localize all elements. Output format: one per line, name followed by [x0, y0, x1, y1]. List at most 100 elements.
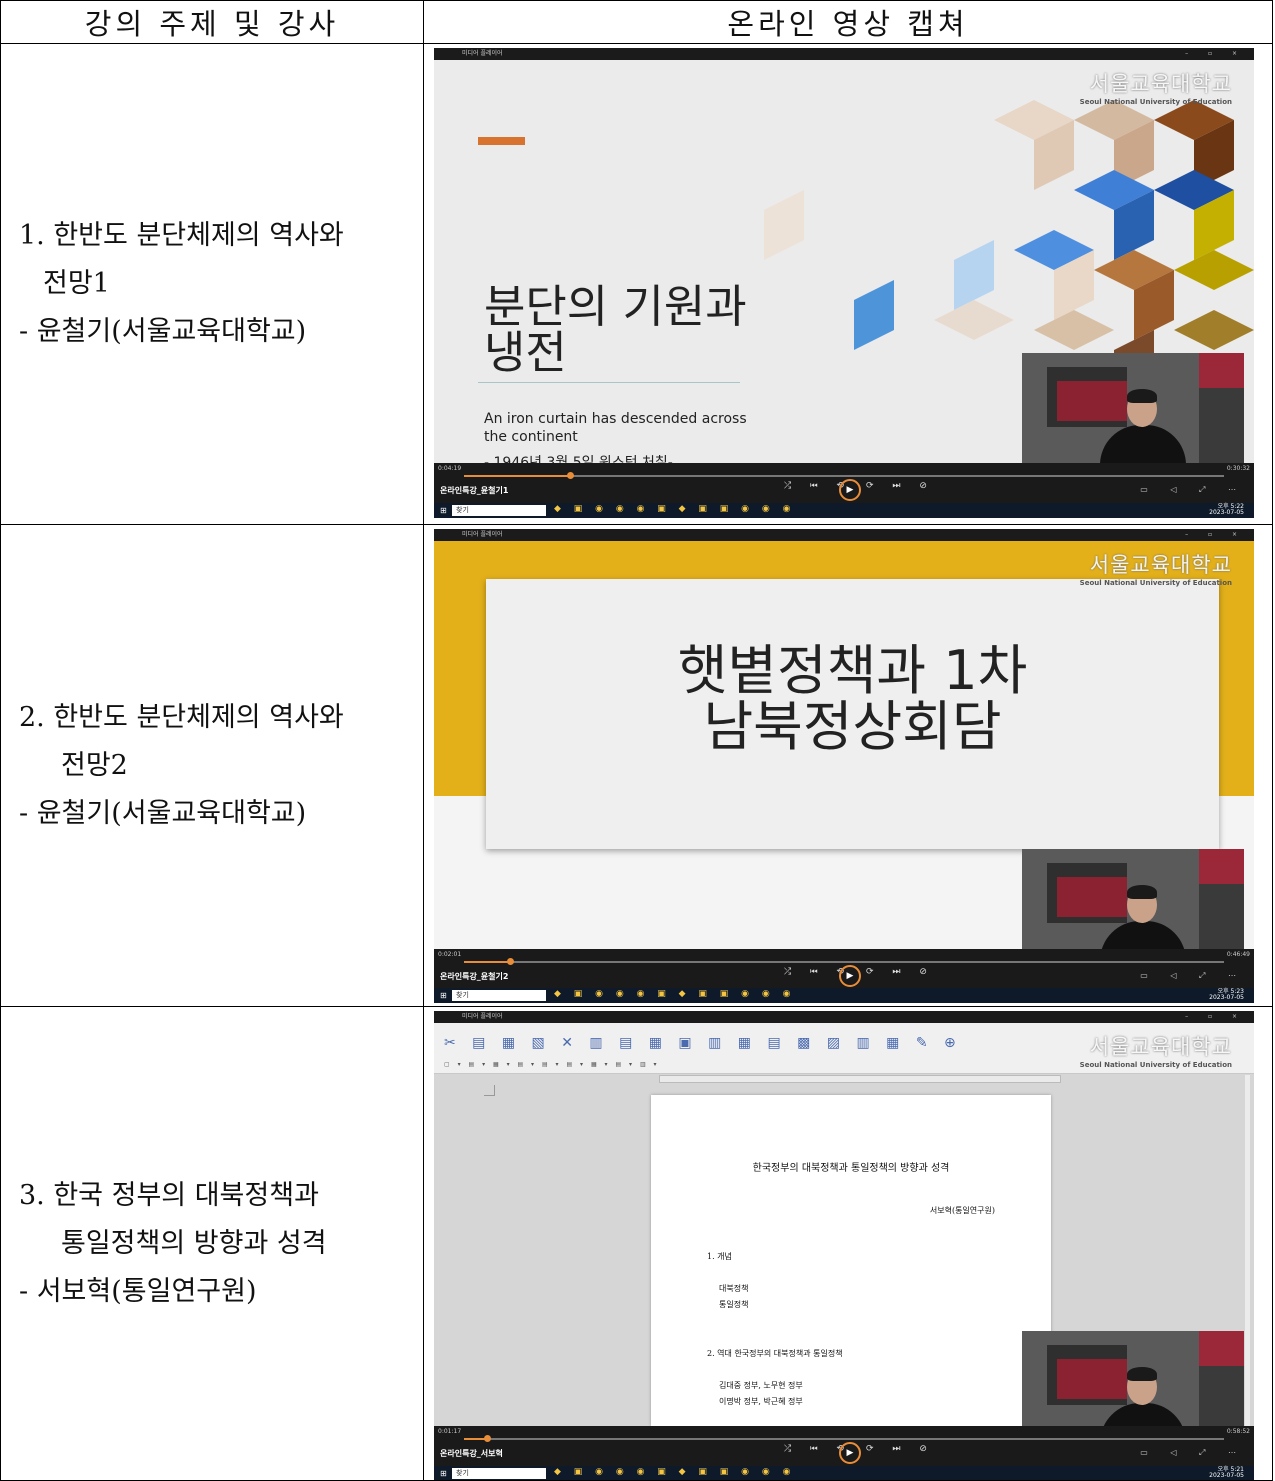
topic-cell: 2. 한반도 분단체제의 역사와 전망2 - 윤철기(서울교육대학교)	[0, 524, 424, 1007]
play-button[interactable]: ▶	[839, 965, 861, 987]
scrollbar[interactable]	[1245, 1075, 1250, 1426]
media-player: 미디어 플레이어 – ▫ × 분단의 기원과 냉전 An iron curtai…	[434, 48, 1254, 518]
taskbar: ⊞ 찾기 ◆ ▣ ◉ ◉ ◉ ▣ ◆ ▣ ▣ ◉ ◉ ◉ 오후 5:22 202…	[434, 503, 1254, 518]
media-name: 온라인특강_서보혁	[440, 1449, 503, 1458]
topic-title-cont: 통일정책의 방향과 성격	[61, 1227, 327, 1259]
header-row: 강의 주제 및 강사 온라인 영상 캡쳐	[0, 0, 1273, 44]
slide: 분단의 기원과 냉전 An iron curtain has descended…	[434, 60, 1254, 463]
topic-cell: 1. 한반도 분단체제의 역사와 전망1 - 윤철기(서울교육대학교)	[0, 43, 424, 525]
time-total: 0:30:32	[1226, 465, 1250, 472]
table-row: 1. 한반도 분단체제의 역사와 전망1 - 윤철기(서울교육대학교) 미디어 …	[0, 43, 1273, 525]
player-titlebar: 미디어 플레이어 – ▫ ×	[434, 1011, 1254, 1023]
slide-rule	[478, 382, 740, 383]
topic-cell: 3. 한국 정부의 대북정책과 통일정책의 방향과 성격 - 서보혁(통일연구원…	[0, 1006, 424, 1481]
speaker-video	[1022, 849, 1244, 949]
player-titlebar: 미디어 플레이어 – ▫ ×	[434, 48, 1254, 60]
capture-cell: 미디어 플레이어 – ▫ × 햇볕정책과 1차 남북정상회담 서울교육대학교 S…	[423, 524, 1273, 1007]
seek-knob[interactable]	[567, 472, 575, 479]
topic-title: 1. 한반도 분단체제의 역사와	[19, 220, 344, 251]
play-button[interactable]: ▶	[839, 1442, 861, 1464]
word-processor: ✂ ▤ ▦ ▧ ✕ ▥ ▤ ▦ ▣ ▥ ▦ ▤ ▩ ▨ ▥ ▦ ✎ ⊕ ▢ ▾ …	[434, 1023, 1254, 1426]
doc-item: 대북정책	[719, 1284, 749, 1293]
window-controls[interactable]: – ▫ ×	[1185, 1011, 1246, 1023]
doc-item: 통일정책	[719, 1300, 749, 1309]
slide-card: 햇볕정책과 1차 남북정상회담	[486, 579, 1219, 849]
seek-knob[interactable]	[483, 1435, 491, 1442]
topic-speaker: - 윤철기(서울교육대학교)	[19, 316, 307, 347]
doc-author: 서보혁(통일연구원)	[929, 1206, 995, 1215]
media-name: 온라인특강_윤철기1	[440, 486, 509, 495]
window-controls[interactable]: – ▫ ×	[1185, 529, 1246, 541]
capture-cell: 미디어 플레이어 – ▫ × 분단의 기원과 냉전 An iron curtai…	[423, 43, 1273, 525]
media-player: 미디어 플레이어 – ▫ × 햇볕정책과 1차 남북정상회담 서울교육대학교 S…	[434, 529, 1254, 1003]
slide-quote: - 1946년 3월 5일 윈스턴 처칠-	[484, 455, 673, 463]
seek-bar[interactable]	[464, 958, 1224, 965]
topic-title-cont: 전망2	[61, 749, 128, 781]
doc-item: 이명박 정부, 박근혜 정부	[719, 1397, 803, 1406]
seek-fill	[464, 475, 571, 477]
seek-fill	[464, 961, 510, 963]
slide: 햇볕정책과 1차 남북정상회담 서울교육대학교 Seoul National U…	[434, 541, 1254, 949]
seek-bar[interactable]	[464, 472, 1224, 479]
media-name: 온라인특강_윤철기2	[440, 972, 509, 981]
taskbar-apps[interactable]: ◆ ▣ ◉ ◉ ◉ ▣ ◆ ▣ ▣ ◉ ◉ ◉	[554, 989, 795, 999]
header-topic: 강의 주제 및 강사	[0, 0, 424, 44]
time-elapsed: 0:04:19	[438, 465, 462, 472]
seek-knob[interactable]	[506, 958, 514, 965]
topic-title-cont: 전망1	[43, 268, 110, 299]
doc-section: 1. 개념	[707, 1252, 732, 1261]
view-controls[interactable]: ▭ ◁ ⤢ ⋯	[1140, 971, 1246, 981]
lecture-table: 강의 주제 및 강사 온라인 영상 캡쳐 1. 한반도 분단체제의 역사와 전망…	[0, 0, 1273, 1481]
ruler[interactable]	[659, 1075, 1061, 1083]
windows-start-icon[interactable]: ⊞	[440, 991, 447, 1000]
time-elapsed: 0:02:01	[438, 951, 462, 958]
watermark: 서울교육대학교 Seoul National University of Edu…	[1079, 72, 1232, 106]
speaker-video	[1022, 353, 1244, 463]
header-capture: 온라인 영상 캡쳐	[423, 0, 1273, 44]
margin-guide	[484, 1085, 495, 1096]
accent-bar	[478, 137, 525, 145]
taskbar-clock: 오후 5:23 2023-07-05	[1209, 988, 1244, 1001]
player-title: 미디어 플레이어	[462, 1013, 503, 1020]
taskbar-search[interactable]: 찾기	[452, 990, 546, 1001]
ribbon-tools[interactable]: ✂ ▤ ▦ ▧ ✕ ▥ ▤ ▦ ▣ ▥ ▦ ▤ ▩ ▨ ▥ ▦ ✎ ⊕	[444, 1035, 962, 1051]
seek-bar[interactable]	[464, 1435, 1224, 1442]
windows-start-icon[interactable]: ⊞	[440, 506, 447, 515]
window-controls[interactable]: – ▫ ×	[1185, 48, 1246, 60]
taskbar-search[interactable]: 찾기	[452, 1468, 546, 1479]
playback-controls-right[interactable]: ⟳ ⏭ ⊘	[866, 1444, 935, 1454]
topic-title: 3. 한국 정부의 대북정책과	[19, 1179, 319, 1211]
playback-controls-right[interactable]: ⟳ ⏭ ⊘	[866, 481, 935, 491]
doc-section: 2. 역대 한국정부의 대북정책과 통일정책	[707, 1349, 843, 1358]
watermark: 서울교육대학교 Seoul National University of Edu…	[1079, 1035, 1232, 1069]
view-controls[interactable]: ▭ ◁ ⤢ ⋯	[1140, 1448, 1246, 1458]
taskbar-search[interactable]: 찾기	[452, 505, 546, 516]
speaker-video	[1022, 1331, 1244, 1426]
watermark: 서울교육대학교 Seoul National University of Edu…	[1079, 553, 1232, 587]
document-page[interactable]: 한국정부의 대북정책과 통일정책의 방향과 성격 서보혁(통일연구원) 1. 개…	[651, 1095, 1051, 1426]
format-bar[interactable]: ▢ ▾ ▤ ▾ ▦ ▾ ▤ ▾ ▤ ▾ ▤ ▾ ▦ ▾ ▤ ▾ ▥ ▾	[444, 1061, 660, 1068]
playback-controls-right[interactable]: ⟳ ⏭ ⊘	[866, 967, 935, 977]
time-elapsed: 0:01:17	[438, 1428, 462, 1435]
topic-speaker: - 윤철기(서울교육대학교)	[19, 797, 307, 829]
windows-start-icon[interactable]: ⊞	[440, 1469, 447, 1478]
taskbar-clock: 오후 5:21 2023-07-05	[1209, 1466, 1244, 1479]
time-total: 0:46:49	[1226, 951, 1250, 958]
time-total: 0:58:52	[1226, 1428, 1250, 1435]
capture-cell: 미디어 플레이어 – ▫ × ✂ ▤ ▦ ▧ ✕ ▥ ▤ ▦ ▣ ▥ ▦ ▤ ▩…	[423, 1006, 1273, 1481]
player-title: 미디어 플레이어	[462, 531, 503, 538]
player-titlebar: 미디어 플레이어 – ▫ ×	[434, 529, 1254, 541]
taskbar: ⊞ 찾기 ◆ ▣ ◉ ◉ ◉ ▣ ◆ ▣ ▣ ◉ ◉ ◉ 오후 5:23 202…	[434, 988, 1254, 1003]
table-row: 3. 한국 정부의 대북정책과 통일정책의 방향과 성격 - 서보혁(통일연구원…	[0, 1006, 1273, 1481]
doc-item: 김대중 정부, 노무현 정부	[719, 1381, 803, 1390]
play-button[interactable]: ▶	[839, 479, 861, 501]
media-player: 미디어 플레이어 – ▫ × ✂ ▤ ▦ ▧ ✕ ▥ ▤ ▦ ▣ ▥ ▦ ▤ ▩…	[434, 1011, 1254, 1480]
slide-title: 분단의 기원과 냉전	[484, 280, 747, 379]
topic-title: 2. 한반도 분단체제의 역사와	[19, 701, 344, 733]
taskbar-apps[interactable]: ◆ ▣ ◉ ◉ ◉ ▣ ◆ ▣ ▣ ◉ ◉ ◉	[554, 504, 795, 514]
taskbar-clock: 오후 5:22 2023-07-05	[1209, 503, 1244, 516]
slide-subtitle: An iron curtain has descended across the…	[484, 411, 747, 445]
view-controls[interactable]: ▭ ◁ ⤢ ⋯	[1140, 485, 1246, 495]
taskbar: ⊞ 찾기 ◆ ▣ ◉ ◉ ◉ ▣ ◆ ▣ ▣ ◉ ◉ ◉ 오후 5:21 202…	[434, 1466, 1254, 1480]
topic-speaker: - 서보혁(통일연구원)	[19, 1275, 257, 1307]
